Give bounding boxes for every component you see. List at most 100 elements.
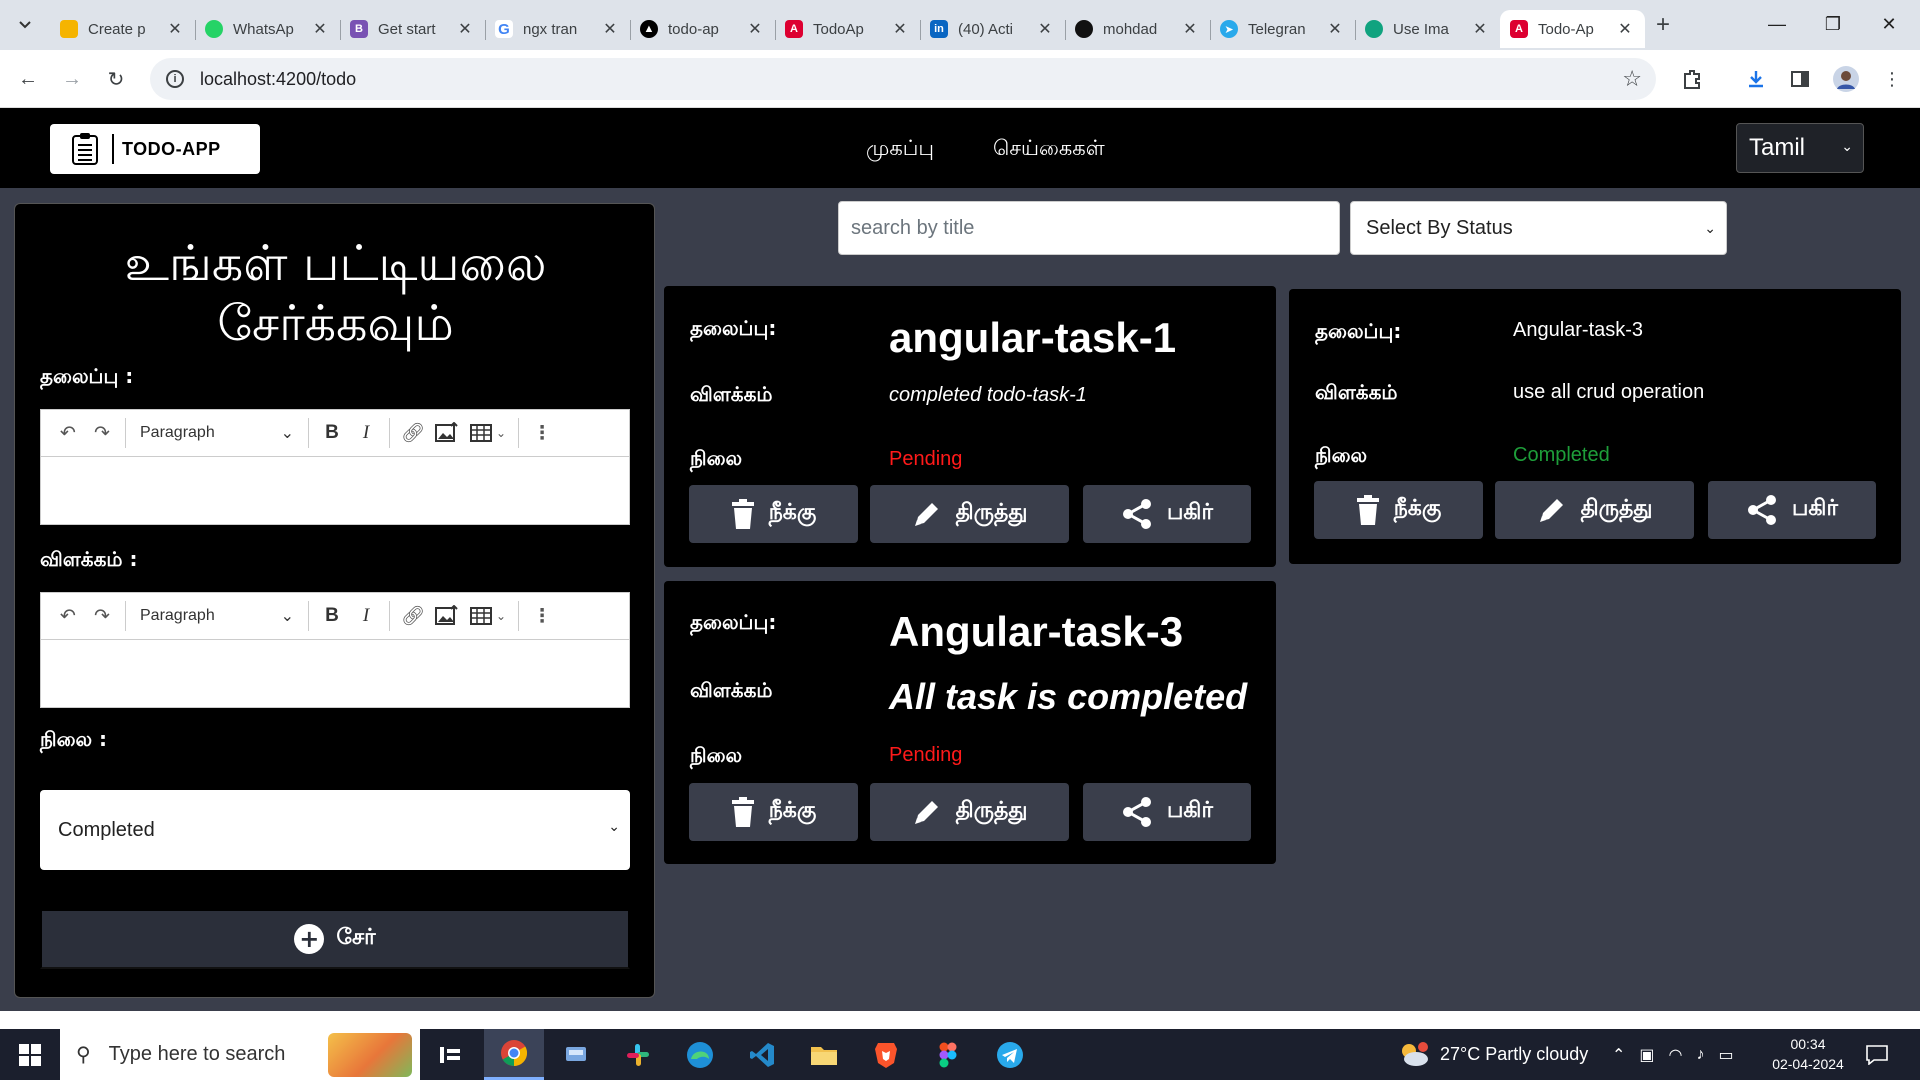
insert-table-icon[interactable]: ⌄	[464, 416, 512, 450]
browser-tab[interactable]: in (40) Acti ✕	[920, 10, 1065, 48]
taskbar-search[interactable]: ⚲ Type here to search	[60, 1029, 420, 1080]
bus-app-icon[interactable]	[546, 1029, 606, 1080]
share-button[interactable]: பகிர்	[1708, 481, 1876, 539]
close-icon[interactable]: ✕	[600, 19, 620, 39]
browser-tab[interactable]: Use Ima ✕	[1355, 10, 1500, 48]
side-panel-icon[interactable]	[1784, 63, 1816, 95]
taskbar-clock[interactable]: 00:34 02-04-2024	[1762, 1034, 1854, 1074]
close-icon[interactable]: ✕	[890, 19, 910, 39]
close-icon[interactable]: ✕	[745, 19, 765, 39]
task-title-label: தலைப்பு:	[690, 316, 777, 340]
close-window-button[interactable]: ✕	[1866, 8, 1912, 40]
nav-link-home[interactable]: முகப்பு	[866, 136, 934, 163]
close-icon[interactable]: ✕	[165, 19, 185, 39]
tab-search-button[interactable]	[8, 10, 42, 40]
browser-tab[interactable]: Gngx tran ✕	[485, 10, 630, 48]
bold-icon[interactable]: B	[315, 416, 349, 450]
bookmark-star-icon[interactable]: ☆	[1622, 66, 1642, 92]
site-info-icon[interactable]: i	[166, 70, 184, 88]
windows-start-icon[interactable]	[0, 1029, 60, 1080]
share-button[interactable]: பகிர்	[1083, 485, 1251, 543]
italic-icon[interactable]: I	[349, 416, 383, 450]
chrome-icon[interactable]	[484, 1029, 544, 1080]
close-icon[interactable]: ✕	[455, 19, 475, 39]
browser-tab-active[interactable]: A Todo-Ap ✕	[1500, 10, 1645, 48]
insert-table-icon[interactable]: ⌄	[464, 599, 512, 633]
app-navbar: TODO-APP முகப்பு செய்கைகள் Tamil ⌄	[0, 108, 1920, 188]
link-icon[interactable]: 🔗︎	[396, 599, 430, 633]
volume-icon[interactable]: ♪	[1697, 1046, 1705, 1064]
redo-icon[interactable]: ↷	[85, 416, 119, 450]
delete-button[interactable]: நீக்கு	[689, 783, 858, 841]
browser-tab[interactable]: mohdad ✕	[1065, 10, 1210, 48]
description-editor-content[interactable]	[41, 640, 629, 708]
profile-avatar[interactable]	[1830, 63, 1862, 95]
browser-menu-icon[interactable]: ⋮	[1876, 63, 1908, 95]
insert-image-icon[interactable]	[430, 599, 464, 633]
delete-button[interactable]: நீக்கு	[689, 485, 858, 543]
status-select[interactable]: Completed ⌄	[40, 790, 630, 870]
edit-button[interactable]: திருத்து	[870, 783, 1069, 841]
nav-link-tasks[interactable]: செய்கைகள்	[993, 136, 1105, 163]
add-task-button[interactable]: + சேர்	[40, 909, 630, 969]
new-tab-button[interactable]: +	[1648, 10, 1678, 40]
task-view-icon[interactable]	[420, 1029, 480, 1080]
close-icon[interactable]: ✕	[1615, 19, 1635, 39]
redo-icon[interactable]: ↷	[85, 599, 119, 633]
browser-tab[interactable]: Create p ✕	[50, 10, 195, 48]
more-options-icon[interactable]: ⋮	[525, 416, 559, 450]
brave-icon[interactable]	[856, 1029, 916, 1080]
minimize-button[interactable]: —	[1754, 8, 1800, 40]
edit-button[interactable]: திருத்து	[870, 485, 1069, 543]
battery-icon[interactable]: ▭	[1719, 1045, 1734, 1065]
close-icon[interactable]: ✕	[310, 19, 330, 39]
delete-button[interactable]: நீக்கு	[1314, 481, 1483, 539]
undo-icon[interactable]: ↶	[51, 599, 85, 633]
close-icon[interactable]: ✕	[1180, 19, 1200, 39]
close-icon[interactable]: ✕	[1325, 19, 1345, 39]
more-options-icon[interactable]: ⋮	[525, 599, 559, 633]
file-explorer-icon[interactable]	[794, 1029, 854, 1080]
browser-tab[interactable]: ▲ todo-ap ✕	[630, 10, 775, 48]
undo-icon[interactable]: ↶	[51, 416, 85, 450]
delete-button-label: நீக்கு	[768, 798, 817, 823]
chevron-up-icon[interactable]: ⌃	[1612, 1045, 1625, 1065]
browser-tab[interactable]: B Get start ✕	[340, 10, 485, 48]
weather-widget[interactable]: 27°C Partly cloudy	[1398, 1029, 1588, 1080]
insert-image-icon[interactable]	[430, 416, 464, 450]
bold-icon[interactable]: B	[315, 599, 349, 633]
title-editor-content[interactable]	[41, 457, 629, 525]
reload-icon[interactable]: ↻	[100, 63, 132, 95]
vscode-icon[interactable]	[732, 1029, 792, 1080]
browser-tab[interactable]: ➤ Telegran ✕	[1210, 10, 1355, 48]
browser-tab[interactable]: WhatsAp ✕	[195, 10, 340, 48]
close-icon[interactable]: ✕	[1470, 19, 1490, 39]
paragraph-format-label: Paragraph	[140, 424, 215, 441]
share-button[interactable]: பகிர்	[1083, 783, 1251, 841]
link-icon[interactable]: 🔗︎	[396, 416, 430, 450]
browser-tab[interactable]: A TodoAp ✕	[775, 10, 920, 48]
edit-button[interactable]: திருத்து	[1495, 481, 1694, 539]
wifi-icon[interactable]: ◠	[1669, 1045, 1683, 1065]
weather-text: 27°C Partly cloudy	[1440, 1044, 1589, 1064]
notification-icon[interactable]	[1866, 1029, 1888, 1080]
italic-icon[interactable]: I	[349, 599, 383, 633]
close-icon[interactable]: ✕	[1035, 19, 1055, 39]
language-select[interactable]: Tamil ⌄	[1736, 123, 1864, 173]
back-arrow-icon[interactable]: ←	[12, 63, 44, 95]
download-icon[interactable]	[1740, 63, 1772, 95]
edge-icon[interactable]	[670, 1029, 730, 1080]
status-filter-select[interactable]: Select By Status ⌄	[1350, 201, 1727, 255]
extensions-icon[interactable]	[1676, 63, 1708, 95]
paragraph-format-dropdown[interactable]: Paragraph ⌄	[132, 606, 302, 626]
search-input[interactable]	[838, 201, 1340, 255]
telegram-icon[interactable]	[980, 1029, 1040, 1080]
paragraph-format-dropdown[interactable]: Paragraph ⌄	[132, 423, 302, 443]
meet-now-icon[interactable]: ▣	[1639, 1045, 1654, 1065]
figma-icon[interactable]	[918, 1029, 978, 1080]
forward-arrow-icon[interactable]: →	[56, 63, 88, 95]
address-bar[interactable]: i localhost:4200/todo ☆	[150, 58, 1656, 100]
slack-icon[interactable]	[608, 1029, 668, 1080]
restore-button[interactable]: ❐	[1810, 8, 1856, 40]
brand-logo[interactable]: TODO-APP	[50, 124, 260, 174]
